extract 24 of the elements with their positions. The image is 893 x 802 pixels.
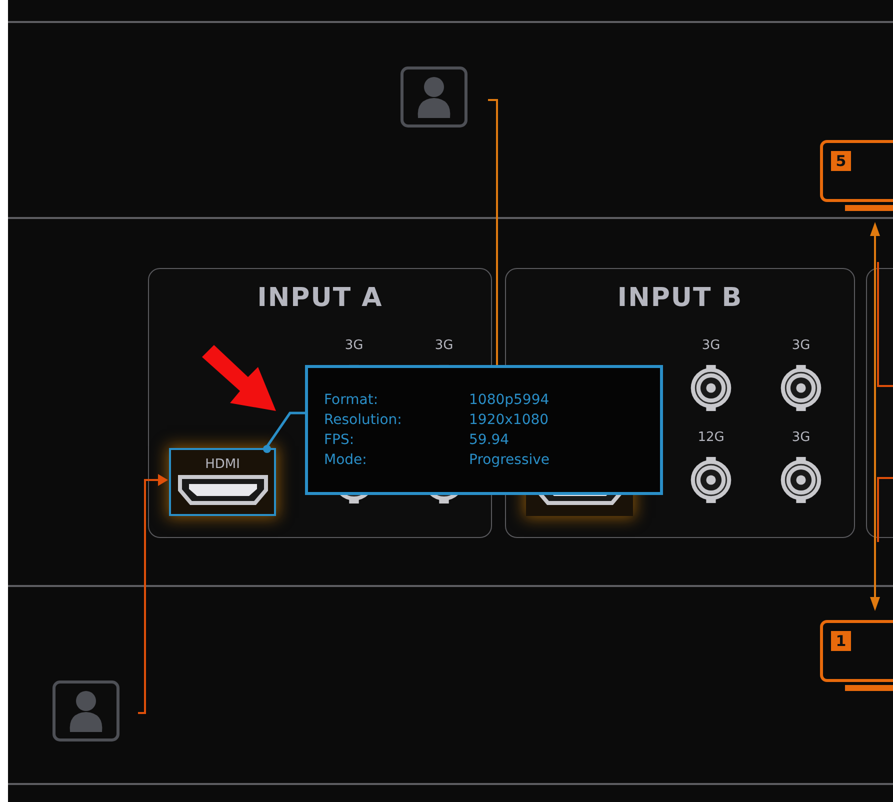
port-label: HDMI bbox=[205, 457, 240, 472]
info-value: 1080p5994 bbox=[469, 392, 550, 408]
port-label: 12G bbox=[698, 430, 724, 446]
hdmi-port[interactable]: HDMI bbox=[169, 448, 276, 516]
info-value: Progressive bbox=[469, 452, 551, 468]
input-title: INPUT B bbox=[616, 283, 744, 315]
port-label: 3G bbox=[792, 430, 810, 446]
port-label: 3G bbox=[434, 338, 454, 354]
info-label: Format: bbox=[324, 392, 380, 408]
input-title: INPUT A bbox=[256, 283, 384, 315]
monitor-number: 1 bbox=[831, 631, 851, 651]
connector-line bbox=[877, 477, 893, 542]
info-value: 1920x1080 bbox=[469, 412, 550, 428]
info-label: FPS: bbox=[324, 432, 356, 448]
port-label: 3G bbox=[702, 338, 720, 354]
port-label: 3G bbox=[792, 338, 810, 354]
port-label: 3G bbox=[344, 338, 364, 354]
info-label: Mode: bbox=[324, 452, 368, 468]
info-label: Resolution: bbox=[324, 412, 403, 428]
status-dot-icon bbox=[262, 444, 272, 454]
hdmi-connector-icon bbox=[176, 474, 268, 506]
monitor-number: 5 bbox=[831, 151, 851, 171]
info-value: 59.94 bbox=[469, 432, 510, 448]
arrow-icon bbox=[200, 343, 278, 413]
